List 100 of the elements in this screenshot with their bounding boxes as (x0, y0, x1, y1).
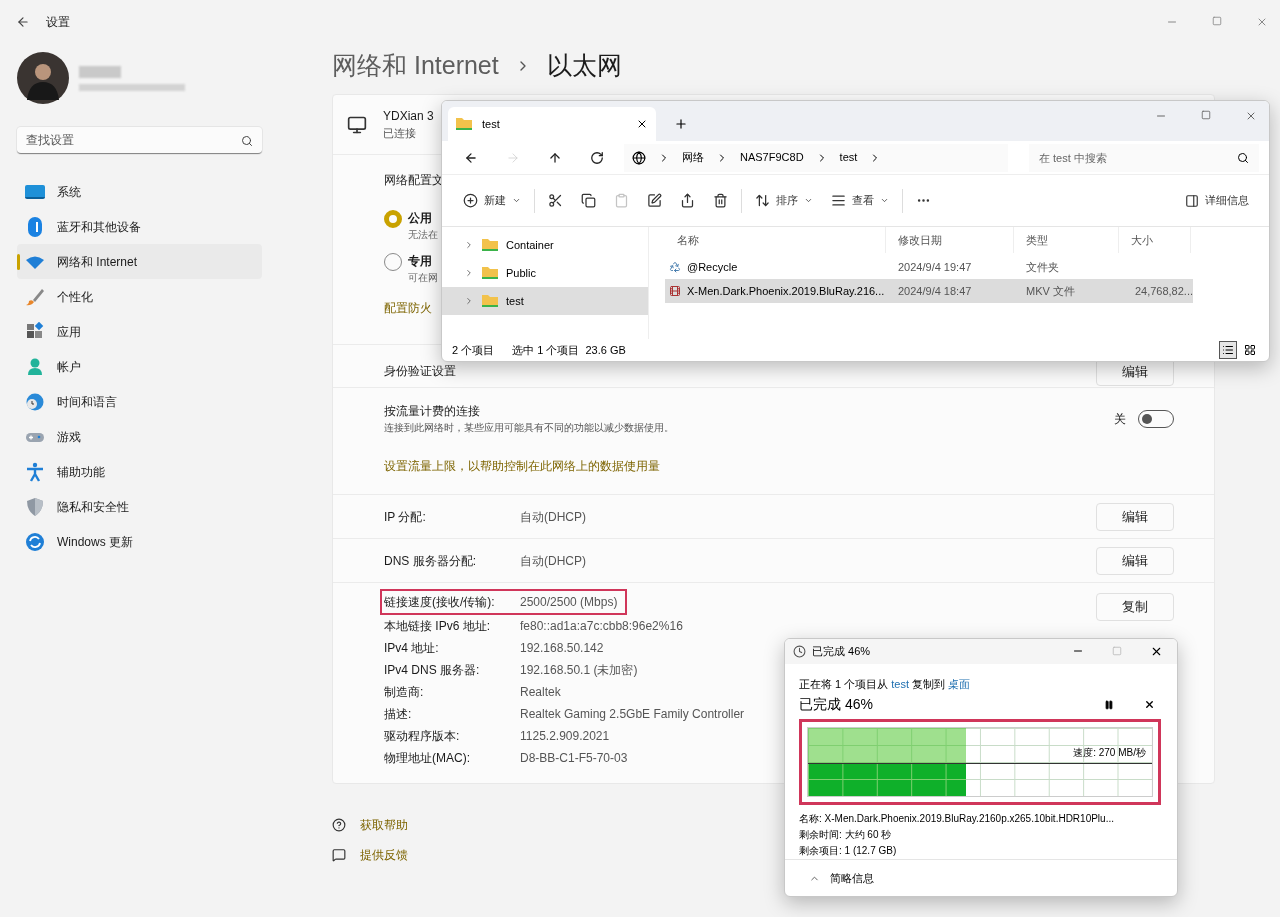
brush-icon (25, 286, 45, 307)
sidebar-item[interactable]: 游戏 (17, 419, 262, 454)
transfer-detail: 剩余项目: 1 (12.7 GB) (799, 844, 898, 859)
path-segment[interactable]: 网络 (682, 149, 704, 166)
sidebar-item[interactable]: 帐户 (17, 349, 262, 384)
radio-description: 无法在 (408, 228, 438, 242)
property-label: 描述: (384, 706, 413, 723)
address-bar[interactable]: 网络 NAS7F9C8D test (624, 143, 1008, 172)
sidebar-item[interactable]: 应用 (17, 314, 262, 349)
column-header[interactable]: 修改日期 (886, 227, 1014, 253)
selection-count: 选中 1 个项目 (512, 342, 580, 358)
setting-value: 自动(DHCP) (520, 552, 586, 570)
close-icon[interactable] (1150, 645, 1163, 658)
globe-clock-icon (25, 391, 45, 412)
details-pane-button[interactable]: 详细信息 (1177, 185, 1257, 216)
property-label: IPv4 DNS 服务器: (384, 662, 481, 679)
tree-item[interactable]: Public (442, 259, 648, 287)
cancel-icon[interactable] (1144, 699, 1155, 711)
setting-label: IP 分配: (384, 508, 427, 526)
setting-label: 身份验证设置 (384, 363, 456, 380)
property-label: 链接速度(接收/传输): (384, 594, 496, 611)
view-button[interactable]: 查看 (822, 185, 898, 216)
data-limit-link[interactable]: 设置流量上限，以帮助控制在此网络上的数据使用量 (384, 457, 660, 475)
property-value: Realtek (520, 684, 562, 701)
copy-description: 正在将 1 个项目从 test 复制到 桌面 (799, 676, 972, 692)
caret-icon (804, 196, 813, 205)
source-link[interactable]: test (891, 677, 910, 690)
refresh-icon (25, 531, 45, 552)
help-link[interactable]: 获取帮助 (360, 816, 408, 834)
window-tab[interactable]: test (448, 107, 656, 141)
property-label: 制造商: (384, 684, 425, 701)
file-row[interactable]: @Recycle 2024/9/4 19:47 文件夹 (665, 255, 1193, 279)
property-label: 物理地址(MAC): (384, 750, 471, 767)
sidebar-item[interactable]: 网络和 Internet (17, 244, 262, 279)
item-count: 2 个项目 (452, 342, 495, 358)
firewall-link[interactable]: 配置防火 (384, 299, 432, 317)
clipboard-icon (614, 193, 629, 208)
person-icon (25, 356, 45, 377)
caret-icon (512, 196, 521, 205)
adapter-status: 已连接 (383, 126, 417, 142)
edit-button[interactable]: 编辑 (1096, 546, 1174, 575)
sort-button[interactable]: 排序 (746, 185, 822, 216)
sidebar-item[interactable]: 辅助功能 (17, 454, 262, 489)
back-icon[interactable] (16, 15, 30, 29)
tree-item[interactable]: Container (442, 231, 648, 259)
search-icon (241, 135, 253, 147)
pause-icon[interactable] (1104, 699, 1114, 710)
property-value: 192.168.50.1 (未加密) (520, 662, 639, 679)
list-icon (1222, 344, 1234, 356)
close-tab-icon[interactable] (636, 118, 648, 130)
toggle-state: 关 (1114, 410, 1126, 428)
destination-link[interactable]: 桌面 (948, 677, 971, 690)
path-segment[interactable]: test (839, 149, 858, 166)
search-field[interactable]: 查找设置 (17, 127, 262, 154)
monitor-icon (25, 184, 45, 199)
path-segment[interactable]: NAS7F9C8D (740, 149, 804, 166)
property-label: IPv4 地址: (384, 640, 440, 657)
file-row[interactable]: X-Men.Dark.Phoenix.2019.BluRay.216... 2024/9/4 18:47 MKV 文件 24,768,82... (665, 279, 1193, 303)
copy-icon (581, 193, 596, 208)
radio-description: 可在网 (408, 271, 438, 285)
maximize-icon[interactable] (1201, 110, 1211, 120)
column-header[interactable]: 名称 (665, 227, 886, 253)
radio-label: 公用 (408, 210, 433, 227)
sidebar-item[interactable]: 系统 (17, 174, 262, 209)
tree-item[interactable]: test (442, 287, 648, 315)
setting-label: 按流量计费的连接 (384, 403, 481, 420)
column-header[interactable]: 大小 (1119, 227, 1191, 253)
sidebar-item[interactable]: 隐私和安全性 (17, 489, 262, 524)
property-value: 192.168.50.142 (520, 640, 605, 657)
breadcrumb-parent[interactable]: 网络和 Internet (332, 47, 499, 85)
share-icon (680, 193, 695, 208)
sidebar-item[interactable]: 蓝牙和其他设备 (17, 209, 262, 244)
fewer-details-button[interactable]: 简略信息 (830, 870, 874, 887)
setting-value: 自动(DHCP) (520, 508, 586, 526)
sidebar-item[interactable]: 个性化 (17, 279, 262, 314)
help-link[interactable]: 提供反馈 (360, 846, 408, 864)
network-icon (632, 150, 646, 165)
sidebar-item[interactable]: 时间和语言 (17, 384, 262, 419)
property-value: 1125.2.909.2021 (520, 728, 611, 745)
video-file-icon (669, 285, 681, 297)
redacted-name (79, 65, 121, 78)
radio-button[interactable] (384, 210, 402, 228)
details-view-button[interactable] (1219, 341, 1237, 359)
new-button[interactable]: 新建 (454, 185, 530, 216)
page-title: 以太网 (546, 50, 622, 82)
adapter-name: YDXian 3 (383, 108, 434, 126)
copy-button[interactable]: 复制 (1096, 593, 1174, 621)
transfer-detail: 剩余时间: 大约 60 秒 (799, 828, 893, 843)
edit-button[interactable]: 编辑 (1096, 502, 1174, 531)
selection-indicator (17, 254, 20, 270)
scissors-icon (548, 193, 563, 208)
monitor-icon (347, 114, 367, 135)
folder-icon (482, 238, 498, 252)
search-field[interactable]: 在 test 中搜索 (1029, 143, 1259, 172)
setting-description: 连接到此网络时，某些应用可能具有不同的功能以减少数据使用。 (384, 421, 674, 435)
progress-heading: 已完成 46% (799, 695, 873, 715)
search-icon (1237, 151, 1249, 164)
sidebar-item[interactable]: Windows 更新 (17, 524, 262, 559)
column-header[interactable]: 类型 (1014, 227, 1119, 253)
new-tab-icon[interactable] (674, 117, 688, 131)
